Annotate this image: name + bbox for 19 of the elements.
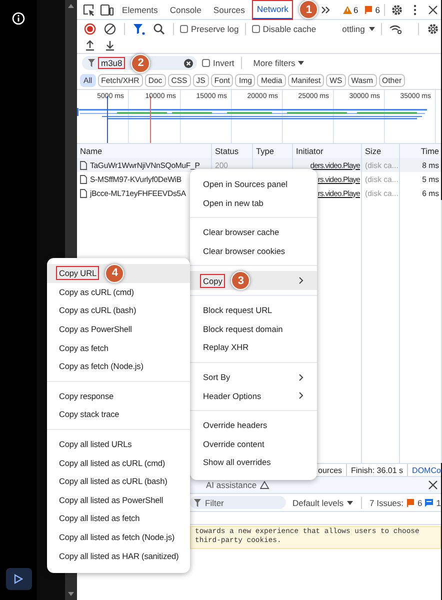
issues-label: 7 Issues: — [370, 498, 404, 508]
column-header: Time — [420, 146, 439, 156]
issue-count: 6 — [375, 4, 380, 14]
checkbox-label: Preserve log — [191, 24, 239, 34]
more-filters-label: More filters — [253, 58, 296, 68]
checkbox-label: Disable cache — [262, 24, 316, 34]
column-header: Name — [80, 146, 102, 156]
column-header: Size — [365, 146, 382, 156]
status-text: Finish: 36.01 s — [351, 466, 404, 474]
status-text: ources — [318, 466, 342, 474]
column-header: Initiator — [296, 146, 324, 156]
issue-count: 6 — [354, 4, 358, 14]
throttling-label: ottling — [342, 24, 365, 34]
checkbox-label: Invert — [213, 58, 234, 68]
issue-count: 6 — [418, 498, 422, 508]
column-header: Type — [256, 146, 274, 156]
column-header: Status — [215, 146, 239, 156]
issue-count: 1 — [436, 498, 441, 508]
status-text: DOMCo — [412, 466, 441, 474]
